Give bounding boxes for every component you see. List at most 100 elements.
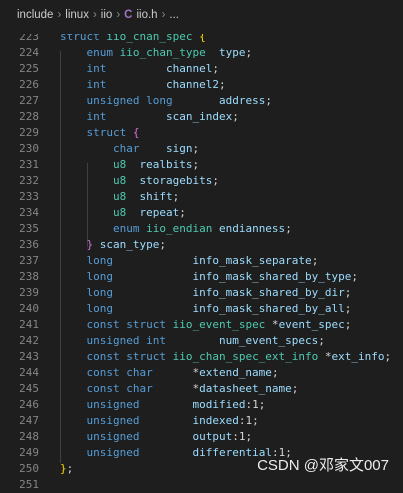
- code-token: :1;: [232, 430, 253, 443]
- code-token: unsigned: [60, 430, 140, 443]
- code-token: ;: [318, 334, 325, 347]
- line-number: 241: [19, 318, 39, 331]
- code-token: ;: [212, 62, 219, 75]
- code-line[interactable]: 231 u8 realbits;: [0, 157, 403, 173]
- line-number: 242: [19, 334, 39, 347]
- code-line[interactable]: 237 long info_mask_separate;: [0, 253, 403, 269]
- code-line[interactable]: 227 unsigned long address;: [0, 93, 403, 109]
- code-token: long: [60, 254, 113, 267]
- code-token: info_mask_shared_by_type: [192, 270, 352, 283]
- code-line[interactable]: 246 unsigned modified:1;: [0, 397, 403, 413]
- code-text[interactable]: long info_mask_shared_by_dir;: [60, 285, 351, 301]
- code-line[interactable]: 241 const struct iio_event_spec *event_s…: [0, 317, 403, 333]
- code-token: ;: [285, 222, 292, 235]
- line-number: 251: [19, 478, 39, 491]
- line-number: 231: [19, 158, 39, 171]
- breadcrumb-symbol[interactable]: ...: [169, 9, 179, 21]
- breadcrumb-item-linux[interactable]: linux: [65, 9, 89, 21]
- code-text[interactable]: const char *extend_name;: [60, 365, 279, 381]
- code-text[interactable]: } scan_type;: [60, 237, 166, 253]
- code-line[interactable]: 240 long info_mask_shared_by_all;: [0, 301, 403, 317]
- code-line[interactable]: 225 int channel;: [0, 61, 403, 77]
- code-token: long: [60, 270, 113, 283]
- breadcrumb-item-include[interactable]: include: [17, 9, 53, 21]
- code-token: u8: [112, 158, 127, 171]
- code-text[interactable]: int channel2;: [60, 77, 225, 93]
- line-number: 233: [19, 190, 39, 203]
- code-line[interactable]: 245 const char *datasheet_name;: [0, 381, 403, 397]
- code-line[interactable]: 247 unsigned indexed:1;: [0, 413, 403, 429]
- code-text[interactable]: long info_mask_shared_by_all;: [60, 301, 351, 317]
- code-text[interactable]: enum iio_chan_type type;: [60, 45, 252, 61]
- code-token: char: [60, 142, 140, 155]
- line-number: 246: [19, 398, 39, 411]
- breadcrumb-file[interactable]: iio.h: [136, 9, 157, 21]
- code-line[interactable]: 232 u8 storagebits;: [0, 173, 403, 189]
- code-line[interactable]: 233 u8 shift;: [0, 189, 403, 205]
- code-line[interactable]: 244 const char *extend_name;: [0, 365, 403, 381]
- code-text[interactable]: unsigned output:1;: [60, 429, 252, 445]
- code-token: const char: [60, 366, 153, 379]
- code-text[interactable]: u8 repeat;: [60, 205, 186, 221]
- breadcrumb-item-iio[interactable]: iio: [101, 9, 113, 21]
- code-text[interactable]: unsigned indexed:1;: [60, 413, 258, 429]
- line-number: 232: [19, 174, 39, 187]
- code-line[interactable]: 243 const struct iio_chan_spec_ext_info …: [0, 349, 403, 365]
- code-line[interactable]: 235 enum iio_endian endianness;: [0, 221, 403, 237]
- code-token: struct: [60, 126, 133, 139]
- code-text[interactable]: int channel;: [60, 61, 219, 77]
- code-token: long: [60, 286, 113, 299]
- code-line[interactable]: 239 long info_mask_shared_by_dir;: [0, 285, 403, 301]
- code-text[interactable]: unsigned modified:1;: [60, 397, 265, 413]
- code-line[interactable]: 224 enum iio_chan_type type;: [0, 45, 403, 61]
- code-editor[interactable]: 222 /223struct iio_chan_spec {224 enum i…: [0, 14, 403, 491]
- code-text[interactable]: const struct iio_chan_spec_ext_info *ext…: [60, 349, 391, 365]
- code-token: sign: [165, 142, 193, 155]
- code-token: ;: [66, 462, 74, 475]
- code-line[interactable]: 242 unsigned int num_event_specs;: [0, 333, 403, 349]
- code-text[interactable]: enum iio_endian endianness;: [60, 221, 292, 237]
- line-number: 229: [19, 126, 39, 139]
- code-text[interactable]: unsigned long address;: [60, 93, 271, 109]
- code-token: repeat: [139, 206, 180, 219]
- code-line[interactable]: 238 long info_mask_shared_by_type;: [0, 269, 403, 285]
- code-token: shift: [139, 190, 173, 203]
- code-token: ext_info: [331, 350, 385, 363]
- line-number: 228: [19, 110, 39, 123]
- code-token: ;: [351, 270, 359, 283]
- code-text[interactable]: u8 shift;: [60, 189, 179, 205]
- code-text[interactable]: u8 storagebits;: [60, 173, 219, 189]
- code-text[interactable]: const struct iio_event_spec *event_spec;: [60, 317, 351, 333]
- code-line[interactable]: 229 struct {: [0, 125, 403, 141]
- code-token: ;: [159, 238, 166, 251]
- line-number: 243: [19, 350, 39, 363]
- code-token: unsigned: [60, 414, 140, 427]
- code-line[interactable]: 251: [0, 477, 403, 493]
- code-line[interactable]: 228 int scan_index;: [0, 109, 403, 125]
- code-line[interactable]: 226 int channel2;: [0, 77, 403, 93]
- code-line[interactable]: 234 u8 repeat;: [0, 205, 403, 221]
- code-text[interactable]: char sign;: [60, 141, 199, 157]
- code-text[interactable]: };: [60, 461, 73, 477]
- code-text[interactable]: struct {: [60, 125, 139, 141]
- code-token: int: [60, 62, 107, 75]
- code-token: modified: [192, 398, 246, 411]
- code-text[interactable]: int scan_index;: [60, 109, 238, 125]
- code-line[interactable]: 248 unsigned output:1;: [0, 429, 403, 445]
- code-text[interactable]: u8 realbits;: [60, 157, 199, 173]
- code-line[interactable]: 236 } scan_type;: [0, 237, 403, 253]
- code-text[interactable]: long info_mask_separate;: [60, 253, 318, 269]
- code-text[interactable]: unsigned int num_event_specs;: [60, 333, 325, 349]
- code-text[interactable]: const char *datasheet_name;: [60, 381, 298, 397]
- code-text[interactable]: long info_mask_shared_by_type;: [60, 269, 358, 285]
- code-token: ;: [271, 366, 279, 379]
- code-line[interactable]: 230 char sign;: [0, 141, 403, 157]
